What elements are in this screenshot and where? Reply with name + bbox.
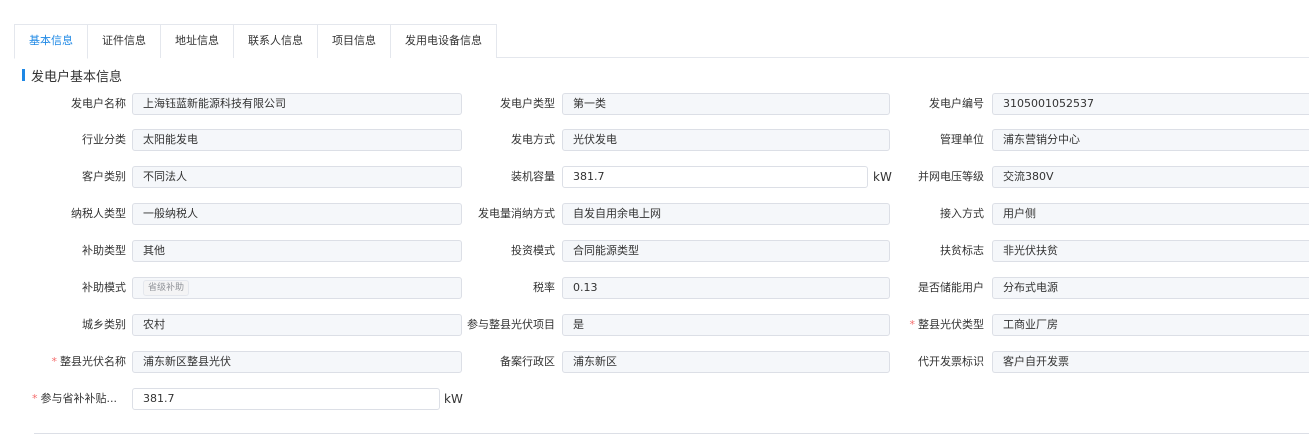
tab-project-info[interactable]: 项目信息 [318, 24, 391, 58]
tab-certificate-info[interactable]: 证件信息 [88, 24, 161, 58]
field-label: 整县光伏名称 [60, 355, 126, 368]
field-label: 管理单位 [940, 133, 984, 146]
field-label-required: * 参与省补补贴... [14, 388, 126, 410]
field-label: 装机容量 [511, 170, 555, 183]
generator-type-field[interactable]: 第一类 [562, 93, 890, 115]
form-row: 行业分类 太阳能发电 发电方式 光伏发电 管理单位 浦东营销分中心 [0, 129, 1309, 151]
field-label: 补助模式 [82, 281, 126, 294]
form-row: 城乡类别 农村 参与整县光伏项目 是 * 整县光伏类型 工商业厂房 [0, 314, 1309, 336]
field-label: 补助类型 [82, 244, 126, 257]
unit-label: kW [873, 170, 892, 184]
form-row: * 参与省补补贴... 381.7 kW [0, 388, 1309, 410]
form-row: 客户类别 不同法人 装机容量 381.7 kW 并网电压等级 交流380V [0, 166, 1309, 188]
field-label: 扶贫标志 [940, 244, 984, 257]
tab-address-info[interactable]: 地址信息 [161, 24, 234, 58]
industry-category-field[interactable]: 太阳能发电 [132, 129, 462, 151]
tax-rate-field[interactable]: 0.13 [562, 277, 890, 299]
consumption-method-field[interactable]: 自发自用余电上网 [562, 203, 890, 225]
field-label: 发电户类型 [500, 97, 555, 110]
access-method-field[interactable]: 用户侧 [992, 203, 1309, 225]
section-header: 发电户基本信息 [22, 67, 123, 85]
management-unit-field[interactable]: 浦东营销分中心 [992, 129, 1309, 151]
field-label: 税率 [533, 281, 555, 294]
field-label: 行业分类 [82, 133, 126, 146]
installed-capacity-field[interactable]: 381.7 [562, 166, 868, 188]
field-label: 并网电压等级 [918, 170, 984, 183]
poverty-alleviation-field[interactable]: 非光伏扶贫 [992, 240, 1309, 262]
required-asterisk: * [32, 392, 38, 405]
field-label: 城乡类别 [82, 318, 126, 331]
investment-mode-field[interactable]: 合同能源类型 [562, 240, 890, 262]
field-label: 发电量消纳方式 [478, 207, 555, 220]
tab-basic-info[interactable]: 基本信息 [14, 24, 88, 59]
field-label: 备案行政区 [500, 355, 555, 368]
subsidy-mode-tag: 省级补助 [143, 280, 190, 296]
required-asterisk: * [909, 318, 916, 331]
invoice-flag-field[interactable]: 客户自开发票 [992, 351, 1309, 373]
registration-district-field[interactable]: 浦东新区 [562, 351, 890, 373]
taxpayer-type-field[interactable]: 一般纳税人 [132, 203, 462, 225]
section-accent-bar [22, 69, 25, 81]
field-label: 接入方式 [940, 207, 984, 220]
field-label: 整县光伏类型 [918, 318, 984, 331]
field-label: 是否储能用户 [918, 281, 984, 294]
form-row: 补助模式 省级补助 税率 0.13 是否储能用户 分布式电源 [0, 277, 1309, 299]
subsidy-type-field[interactable]: 其他 [132, 240, 462, 262]
county-pv-type-field[interactable]: 工商业厂房 [992, 314, 1309, 336]
form-row: * 整县光伏名称 浦东新区整县光伏 备案行政区 浦东新区 代开发票标识 客户自开发… [0, 351, 1309, 373]
field-label-required: * 整县光伏类型 [900, 314, 985, 336]
field-label-required: * 整县光伏名称 [14, 351, 127, 373]
generator-name-field[interactable]: 上海钰蓝新能源科技有限公司 [132, 93, 462, 115]
subsidy-mode-field[interactable]: 省级补助 [132, 277, 462, 299]
form-row: 发电户名称 上海钰蓝新能源科技有限公司 发电户类型 第一类 发电户编号 3105… [0, 93, 1309, 115]
tab-contact-info[interactable]: 联系人信息 [234, 24, 318, 58]
field-label: 发电方式 [511, 133, 555, 146]
field-label: 客户类别 [82, 170, 126, 183]
unit-label: kW [444, 392, 463, 406]
county-pv-name-field[interactable]: 浦东新区整县光伏 [132, 351, 462, 373]
field-label: 参与整县光伏项目 [467, 318, 555, 331]
field-label: 发电户名称 [71, 97, 126, 110]
field-label: 代开发票标识 [918, 355, 984, 368]
form-row: 补助类型 其他 投资模式 合同能源类型 扶贫标志 非光伏扶贫 [0, 240, 1309, 262]
field-label: 参与省补补贴... [40, 392, 118, 405]
customer-category-field[interactable]: 不同法人 [132, 166, 462, 188]
field-label: 投资模式 [511, 244, 555, 257]
tab-equipment-info[interactable]: 发用电设备信息 [391, 24, 497, 58]
required-asterisk: * [51, 355, 58, 368]
county-pv-project-field[interactable]: 是 [562, 314, 890, 336]
form-row: 纳税人类型 一般纳税人 发电量消纳方式 自发自用余电上网 接入方式 用户侧 [0, 203, 1309, 225]
provincial-subsidy-capacity-field[interactable]: 381.7 [132, 388, 440, 410]
tab-bar: 基本信息 证件信息 地址信息 联系人信息 项目信息 发用电设备信息 [14, 24, 1309, 59]
generator-number-field[interactable]: 3105001052537 [992, 93, 1309, 115]
section-title: 发电户基本信息 [31, 69, 123, 85]
field-label: 发电户编号 [929, 97, 984, 110]
field-label: 纳税人类型 [71, 207, 126, 220]
grid-voltage-field[interactable]: 交流380V [992, 166, 1309, 188]
urban-rural-field[interactable]: 农村 [132, 314, 462, 336]
generation-method-field[interactable]: 光伏发电 [562, 129, 890, 151]
energy-storage-user-field[interactable]: 分布式电源 [992, 277, 1309, 299]
